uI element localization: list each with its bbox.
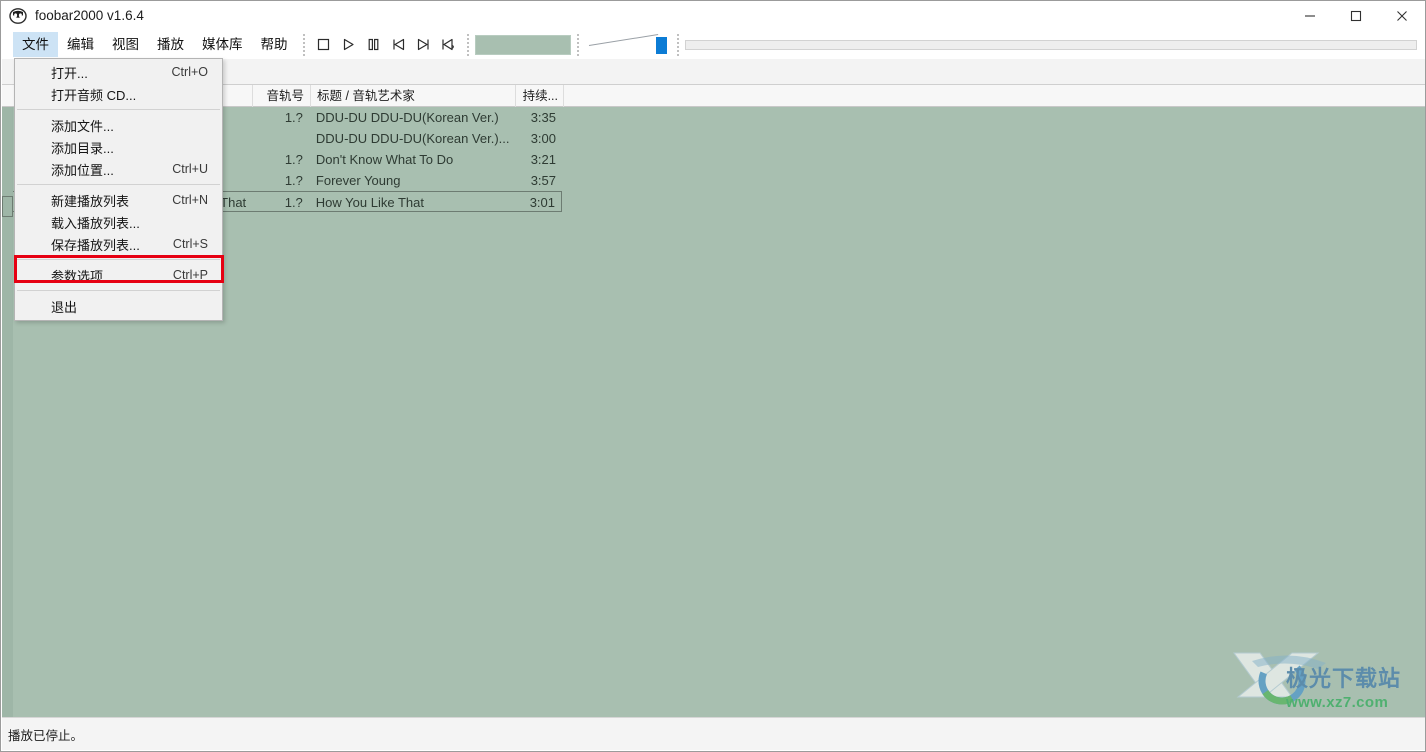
minimize-button[interactable] xyxy=(1287,1,1333,30)
pause-button[interactable] xyxy=(361,33,386,57)
menu-view[interactable]: 视图 xyxy=(103,32,148,57)
menu-preferences-label: 参数选项 xyxy=(51,268,104,284)
seek-track[interactable] xyxy=(684,39,1417,50)
window-title: foobar2000 v1.6.4 xyxy=(35,8,144,23)
cell-track xyxy=(252,128,310,149)
menu-load-playlist[interactable]: 载入播放列表... xyxy=(15,211,222,233)
column-header-track-number[interactable]: 音轨号 xyxy=(253,85,311,107)
cell-track: 1.? xyxy=(284,110,303,125)
cell-title: Forever Young xyxy=(315,173,401,188)
cell-duration: 3:35 xyxy=(530,110,557,125)
random-button[interactable] xyxy=(436,33,461,57)
menu-open[interactable]: 打开... Ctrl+O xyxy=(15,61,222,83)
menu-file[interactable]: 文件 xyxy=(13,32,58,57)
cell-duration: 3:21 xyxy=(530,152,557,167)
menu-save-playlist[interactable]: 保存播放列表... Ctrl+S xyxy=(15,233,222,255)
close-button[interactable] xyxy=(1379,1,1425,30)
menu-separator xyxy=(17,184,220,185)
menu-library[interactable]: 媒体库 xyxy=(193,32,252,57)
menu-separator xyxy=(17,290,220,291)
menu-save-playlist-accel: Ctrl+S xyxy=(172,237,208,251)
menu-help[interactable]: 帮助 xyxy=(252,32,297,57)
row-tail xyxy=(562,128,1425,149)
menu-playback[interactable]: 播放 xyxy=(148,32,193,57)
row-tail xyxy=(562,107,1425,128)
volume-handle[interactable] xyxy=(655,36,667,54)
play-button[interactable] xyxy=(336,33,361,57)
menu-add-files[interactable]: 添加文件... xyxy=(15,114,222,136)
foobar2000-window: foobar2000 v1.6.4 文件 编辑 视图 播放 媒体库 帮助 音轨号… xyxy=(0,0,1426,752)
menu-separator xyxy=(17,109,220,110)
status-text: 播放已停止。 xyxy=(8,728,84,743)
menu-add-files-label: 添加文件... xyxy=(51,118,114,134)
playback-display xyxy=(474,34,571,55)
column-header-extra[interactable] xyxy=(564,85,1425,107)
menu-open-accel: Ctrl+O xyxy=(171,65,208,79)
window-controls xyxy=(1287,1,1425,30)
menu-open-audio-cd[interactable]: 打开音频 CD... xyxy=(15,83,222,105)
seek-slider[interactable] xyxy=(684,33,1417,57)
menu-exit[interactable]: 退出 xyxy=(15,295,222,317)
menu-preferences-accel: Ctrl+P xyxy=(172,268,208,282)
menu-load-playlist-label: 载入播放列表... xyxy=(51,215,140,231)
next-button[interactable] xyxy=(411,33,436,57)
stop-button[interactable] xyxy=(311,33,336,57)
menu-exit-label: 退出 xyxy=(51,299,78,315)
cell-duration: 3:00 xyxy=(530,131,557,146)
cell-title: DDU-DU DDU-DU(Korean Ver.) xyxy=(315,110,499,125)
row-tail xyxy=(562,170,1425,191)
status-bar: 播放已停止。 xyxy=(2,717,1425,750)
menu-bar: 文件 编辑 视图 播放 媒体库 帮助 xyxy=(1,30,1425,59)
menu-new-playlist-label: 新建播放列表 xyxy=(51,193,130,209)
menu-add-folder-label: 添加目录... xyxy=(51,140,114,156)
menu-add-location[interactable]: 添加位置... Ctrl+U xyxy=(15,158,222,180)
toolbar-separator-4 xyxy=(676,33,679,56)
title-bar: foobar2000 v1.6.4 xyxy=(1,1,1425,30)
menu-new-playlist[interactable]: 新建播放列表 Ctrl+N xyxy=(15,189,222,211)
toolbar-separator xyxy=(302,33,305,56)
menu-open-audio-cd-label: 打开音频 CD... xyxy=(51,87,137,103)
menu-edit[interactable]: 编辑 xyxy=(58,32,103,57)
menu-add-location-accel: Ctrl+U xyxy=(172,162,208,176)
column-header-duration[interactable]: 持续... xyxy=(516,85,564,107)
menu-new-playlist-accel: Ctrl+N xyxy=(172,193,208,207)
toolbar-separator-2 xyxy=(466,33,469,56)
volume-track xyxy=(588,33,658,46)
menu-add-location-label: 添加位置... xyxy=(51,162,114,178)
playlist-left-focus-box xyxy=(2,196,13,217)
menu-save-playlist-label: 保存播放列表... xyxy=(51,237,140,253)
column-header-title-artist[interactable]: 标题 / 音轨艺术家 xyxy=(311,85,516,107)
menu-open-label: 打开... xyxy=(51,65,88,81)
foobar-logo-icon xyxy=(9,7,27,25)
cell-title: Don't Know What To Do xyxy=(315,152,454,167)
menu-add-folder[interactable]: 添加目录... xyxy=(15,136,222,158)
previous-button[interactable] xyxy=(386,33,411,57)
row-tail xyxy=(562,191,1425,212)
cell-title: How You Like That xyxy=(315,195,424,210)
cell-track: 1.? xyxy=(284,173,303,188)
cell-title: DDU-DU DDU-DU(Korean Ver.)... xyxy=(315,131,510,146)
maximize-button[interactable] xyxy=(1333,1,1379,30)
toolbar-separator-3 xyxy=(576,33,579,56)
menu-separator xyxy=(17,259,220,260)
cell-duration: 3:57 xyxy=(530,173,557,188)
cell-track: 1.? xyxy=(284,152,303,167)
volume-slider[interactable] xyxy=(585,33,671,57)
file-menu-popup[interactable]: 打开... Ctrl+O 打开音频 CD... 添加文件... 添加目录... … xyxy=(14,58,223,321)
cell-duration: 3:01 xyxy=(529,195,555,210)
menu-preferences[interactable]: 参数选项 Ctrl+P xyxy=(15,264,222,286)
row-tail xyxy=(562,149,1425,170)
cell-track: 1.? xyxy=(284,195,303,210)
